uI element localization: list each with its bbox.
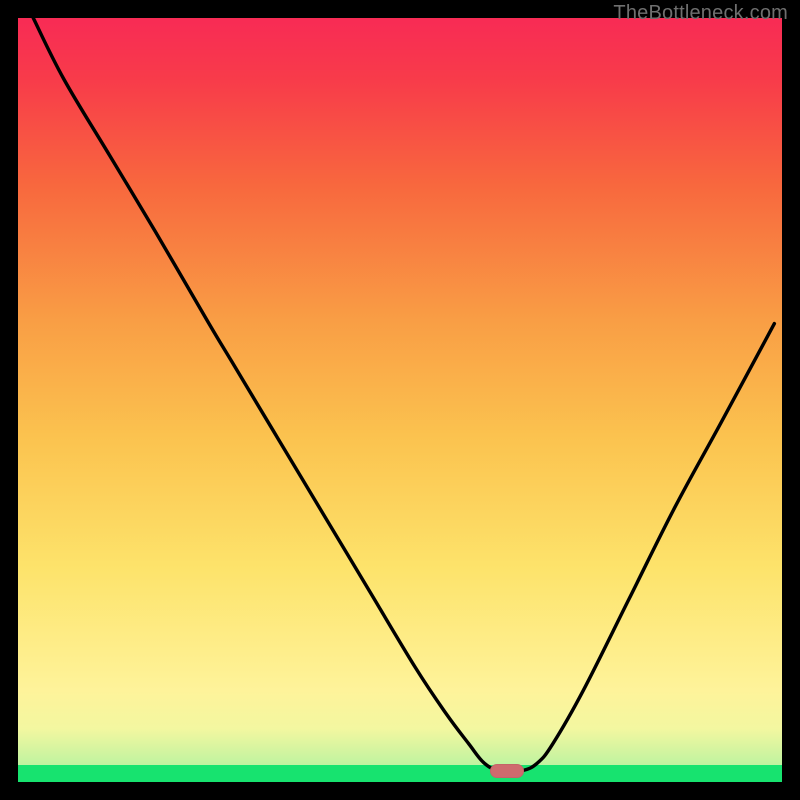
bottleneck-curve <box>18 18 782 782</box>
plot-area <box>18 18 782 782</box>
curve-path <box>33 18 774 772</box>
optimal-point-marker <box>490 764 524 778</box>
chart-frame: TheBottleneck.com <box>0 0 800 800</box>
watermark-text: TheBottleneck.com <box>613 2 788 25</box>
